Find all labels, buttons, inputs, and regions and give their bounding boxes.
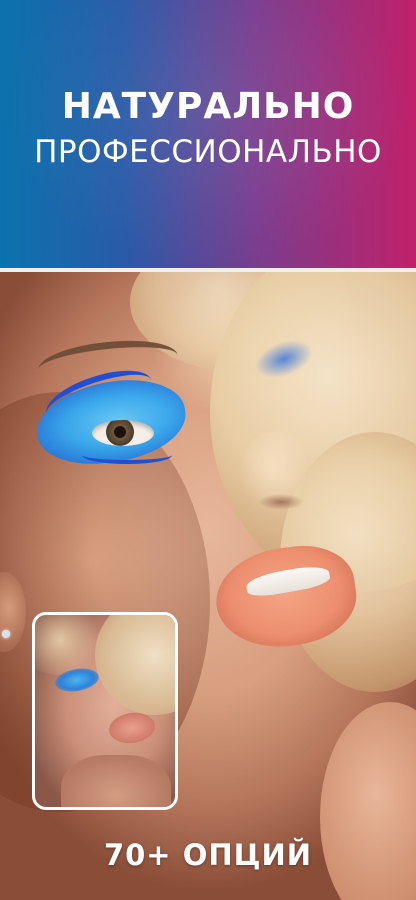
iris [106, 420, 134, 446]
lower-eyeliner [82, 446, 172, 464]
thumbnail-neck [61, 755, 171, 807]
nostril-shadow [258, 494, 304, 510]
promo-banner: НАТУРАЛЬНО ПРОФЕССИОНАЛЬНО [0, 0, 416, 268]
options-count-label: 70+ ОПЦИЙ [103, 838, 313, 872]
thumbnail-hair [95, 615, 175, 715]
headline-secondary: ПРОФЕССИОНАЛЬНО [34, 134, 382, 170]
thumbnail-lips [107, 709, 157, 747]
eye [92, 420, 154, 446]
headline-primary: НАТУРАЛЬНО [61, 86, 355, 127]
earring [2, 630, 10, 638]
before-thumbnail[interactable] [32, 612, 178, 810]
thumbnail-hair-left [35, 615, 105, 675]
